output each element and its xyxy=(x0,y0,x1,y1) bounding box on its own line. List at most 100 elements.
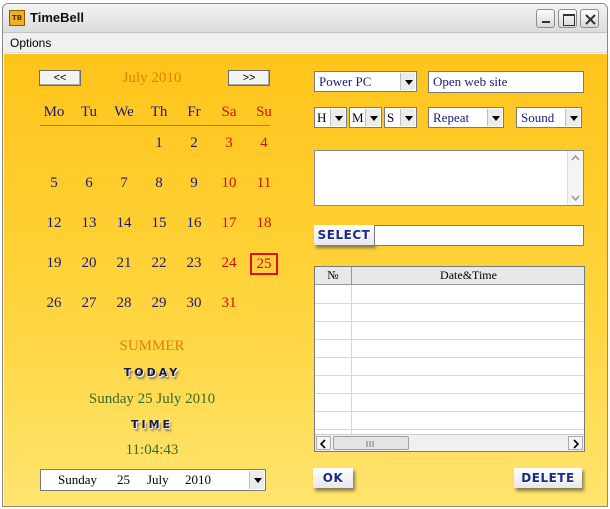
select-button[interactable]: SELECT xyxy=(314,225,374,245)
app-icon: TB xyxy=(9,10,25,26)
weekday-tu: Tu xyxy=(80,104,98,120)
menu-options[interactable]: Options xyxy=(10,36,51,50)
table-row-line xyxy=(315,429,584,430)
close-button[interactable] xyxy=(580,9,599,28)
scroll-left-button[interactable] xyxy=(316,436,331,450)
calendar-day-25[interactable]: 25 xyxy=(250,253,278,275)
table-row-line xyxy=(315,411,584,412)
calendar-day-4[interactable]: 4 xyxy=(250,133,278,155)
minute-value: M xyxy=(352,110,364,125)
delete-button[interactable]: DELETE xyxy=(514,468,582,488)
weekday-divider xyxy=(40,125,270,126)
month-label: July 2010 xyxy=(122,70,182,86)
season-label: SUMMER xyxy=(119,338,185,354)
chevron-down-icon[interactable] xyxy=(400,73,415,90)
calendar-day-3[interactable]: 3 xyxy=(215,133,243,155)
table-row-line xyxy=(315,321,584,322)
current-time: 11:04:43 xyxy=(125,442,179,458)
table-row-line xyxy=(315,339,584,340)
minute-combo[interactable]: M xyxy=(349,107,382,128)
calendar-day-12[interactable]: 12 xyxy=(40,213,68,235)
next-month-button[interactable]: >> xyxy=(228,70,270,86)
prev-month-button[interactable]: << xyxy=(39,70,81,86)
sound-combo[interactable]: Sound xyxy=(516,107,582,128)
time-label: TIME xyxy=(130,418,174,431)
calendar-day-9[interactable]: 9 xyxy=(180,173,208,195)
action-text-field[interactable]: Open web site xyxy=(428,71,584,93)
calendar-day-5[interactable]: 5 xyxy=(40,173,68,195)
message-scrollbar[interactable] xyxy=(567,151,583,205)
table-row-line xyxy=(315,375,584,376)
calendar-day-15[interactable]: 15 xyxy=(145,213,173,235)
calendar-day-10[interactable]: 10 xyxy=(215,173,243,195)
chevron-down-icon[interactable] xyxy=(330,109,345,126)
weekday-th: Th xyxy=(150,104,168,120)
calendar-day-29[interactable]: 29 xyxy=(145,293,173,315)
schedule-table[interactable]: № Date&Time xyxy=(314,266,585,452)
calendar-day-8[interactable]: 8 xyxy=(145,173,173,195)
chevron-down-icon[interactable] xyxy=(400,109,415,126)
calendar-day-26[interactable]: 26 xyxy=(40,293,68,315)
second-combo[interactable]: S xyxy=(384,107,417,128)
close-icon xyxy=(585,14,596,25)
title-bar[interactable]: TB TimeBell xyxy=(3,4,607,33)
timebell-window: TB TimeBell Options << July 2010 >> Mo Tu… xyxy=(2,3,608,507)
main-panel: << July 2010 >> Mo Tu We Th Fr Sa Su 123456789… xyxy=(4,54,607,506)
calendar-day-22[interactable]: 22 xyxy=(145,253,173,275)
calendar-day-14[interactable]: 14 xyxy=(110,213,138,235)
calendar-day-19[interactable]: 19 xyxy=(40,253,68,275)
minimize-button[interactable] xyxy=(536,9,555,28)
calendar-day-18[interactable]: 18 xyxy=(250,213,278,235)
scroll-down-icon[interactable] xyxy=(568,191,583,205)
calendar-day-11[interactable]: 11 xyxy=(250,173,278,195)
chevron-down-icon[interactable] xyxy=(249,471,264,489)
table-row-line xyxy=(315,357,584,358)
calendar-day-31[interactable]: 31 xyxy=(215,293,243,315)
maximize-button[interactable] xyxy=(558,9,577,28)
chevron-down-icon[interactable] xyxy=(487,109,502,126)
sound-value: Sound xyxy=(521,110,555,125)
calendar-day-7[interactable]: 7 xyxy=(110,173,138,195)
weekday-sa: Sa xyxy=(221,104,237,120)
menu-bar: Options xyxy=(3,34,607,53)
scroll-thumb[interactable] xyxy=(333,436,409,450)
select-value-field[interactable] xyxy=(374,225,584,246)
calendar-day-20[interactable]: 20 xyxy=(75,253,103,275)
today-date: Sunday 25 July 2010 xyxy=(88,391,216,407)
calendar-day-21[interactable]: 21 xyxy=(110,253,138,275)
second-value: S xyxy=(387,110,395,125)
date-picker-year: 2010 xyxy=(185,472,211,487)
horizontal-scrollbar[interactable] xyxy=(315,434,584,451)
message-textarea[interactable] xyxy=(314,150,584,206)
calendar-day-23[interactable]: 23 xyxy=(180,253,208,275)
calendar-day-16[interactable]: 16 xyxy=(180,213,208,235)
calendar-day-2[interactable]: 2 xyxy=(180,133,208,155)
calendar-day-17[interactable]: 17 xyxy=(215,213,243,235)
arrow-right-icon xyxy=(573,439,580,449)
repeat-combo[interactable]: Repeat xyxy=(428,107,504,128)
ok-button[interactable]: OK xyxy=(313,468,353,488)
chevron-down-icon[interactable] xyxy=(565,109,580,126)
calendar-day-13[interactable]: 13 xyxy=(75,213,103,235)
date-picker[interactable]: Sunday 25 July 2010 xyxy=(40,469,266,491)
weekday-mo: Mo xyxy=(43,104,65,120)
action-text-value: Open web site xyxy=(433,74,508,89)
calendar-day-6[interactable]: 6 xyxy=(75,173,103,195)
calendar-day-24[interactable]: 24 xyxy=(215,253,243,275)
chevron-down-icon[interactable] xyxy=(365,109,380,126)
scroll-up-icon[interactable] xyxy=(568,151,583,165)
weekday-we: We xyxy=(114,104,134,120)
column-header-number[interactable]: № xyxy=(315,267,352,285)
weekday-fr: Fr xyxy=(187,104,201,120)
column-header-datetime[interactable]: Date&Time xyxy=(352,267,584,285)
calendar-day-30[interactable]: 30 xyxy=(180,293,208,315)
hour-combo[interactable]: H xyxy=(314,107,347,128)
calendar-day-27[interactable]: 27 xyxy=(75,293,103,315)
calendar-day-28[interactable]: 28 xyxy=(110,293,138,315)
today-label: TODAY xyxy=(123,366,181,379)
action-combo[interactable]: Power PC xyxy=(314,71,417,92)
calendar-day-1[interactable]: 1 xyxy=(145,133,173,155)
column-divider xyxy=(351,285,352,435)
scroll-right-button[interactable] xyxy=(568,436,583,450)
hour-value: H xyxy=(317,110,327,125)
